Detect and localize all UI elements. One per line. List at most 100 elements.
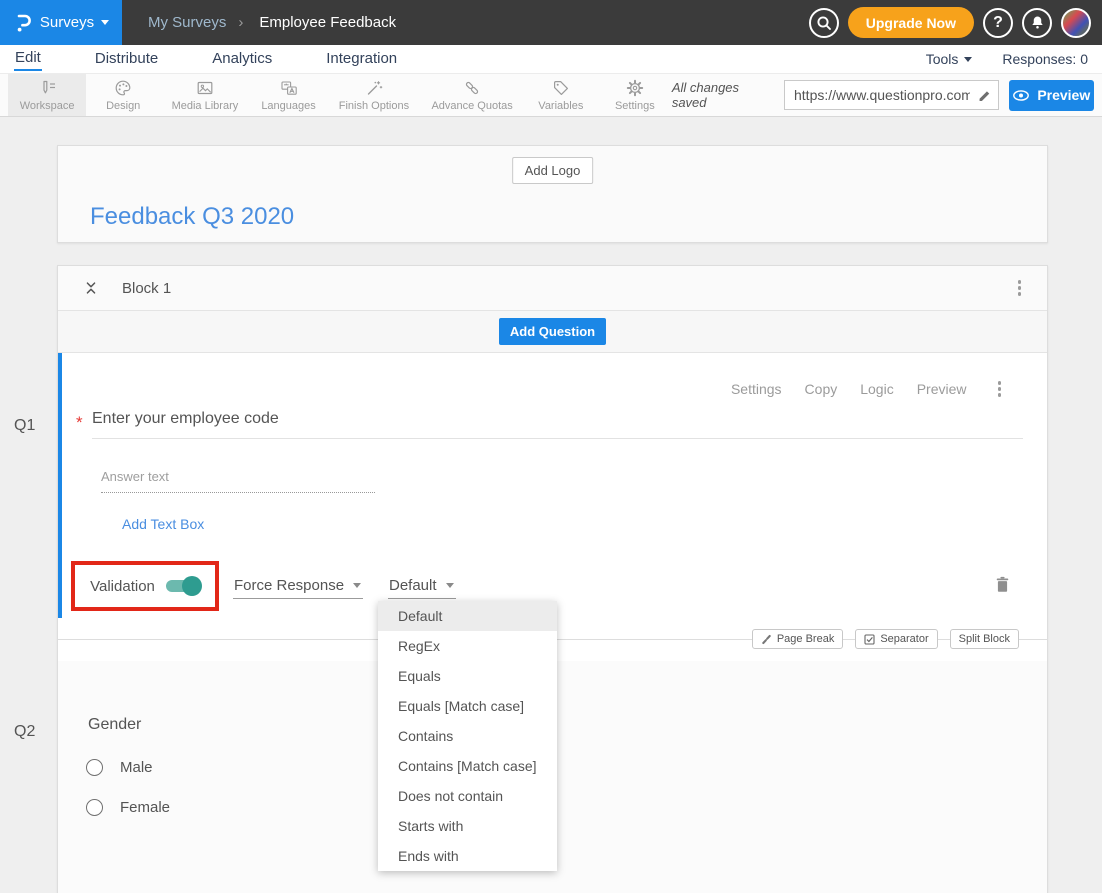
radio-option-female[interactable]: Female	[86, 799, 170, 816]
edit-pencil-icon[interactable]	[976, 87, 992, 103]
radio-option-male[interactable]: Male	[86, 759, 153, 776]
top-header-bar: Surveys My Surveys › Employee Feedback U…	[0, 0, 1102, 45]
gear-icon	[625, 78, 645, 98]
validation-type-select[interactable]: Default	[388, 577, 456, 599]
question-2-title[interactable]: Gender	[88, 716, 141, 734]
breadcrumb-current: Employee Feedback	[259, 14, 396, 31]
user-avatar[interactable]	[1061, 8, 1091, 38]
add-question-strip: Add Question	[58, 311, 1047, 353]
radio-button-icon[interactable]	[86, 799, 103, 816]
section-tabbar: Edit Distribute Analytics Integration To…	[0, 45, 1102, 73]
toolbar-item-languages[interactable]: Languages	[250, 74, 328, 116]
tab-distribute[interactable]: Distribute	[94, 48, 159, 70]
validation-toggle[interactable]	[166, 580, 200, 592]
separator-button[interactable]: Separator	[855, 629, 937, 649]
add-question-button[interactable]: Add Question	[499, 318, 606, 345]
image-icon	[195, 78, 215, 98]
tools-dropdown[interactable]: Tools	[926, 51, 973, 67]
save-status-text: All changes saved	[672, 80, 772, 110]
validation-label: Validation	[90, 578, 155, 595]
tab-edit[interactable]: Edit	[14, 47, 42, 71]
radio-button-icon[interactable]	[86, 759, 103, 776]
chevron-down-icon	[353, 583, 361, 588]
split-block-button[interactable]: Split Block	[950, 629, 1019, 649]
survey-header-card: Add Logo Feedback Q3 2020	[57, 145, 1048, 243]
toolbar-item-advance-quotas[interactable]: Advance Quotas	[420, 74, 523, 116]
help-button[interactable]: ?	[983, 8, 1013, 38]
product-switcher[interactable]: Surveys	[0, 0, 122, 45]
chevron-down-icon	[964, 57, 972, 62]
question-logic-link[interactable]: Logic	[860, 381, 893, 397]
toolbar-item-media-library[interactable]: Media Library	[160, 74, 249, 116]
dropdown-option-does-not-contain[interactable]: Does not contain	[378, 781, 557, 811]
answer-text-field[interactable]: Answer text	[101, 469, 375, 493]
chain-links-icon	[462, 78, 482, 98]
notifications-button[interactable]	[1022, 8, 1052, 38]
dropdown-option-starts-with[interactable]: Starts with	[378, 811, 557, 841]
eye-icon	[1012, 89, 1030, 102]
question-copy-link[interactable]: Copy	[805, 381, 838, 397]
question-title-underline	[92, 438, 1023, 439]
toolbar-right: All changes saved Preview	[672, 74, 1102, 116]
question-menu-button[interactable]	[992, 377, 1008, 401]
breadcrumb-chevron-icon: ›	[238, 14, 243, 31]
upgrade-now-button[interactable]: Upgrade Now	[848, 7, 974, 38]
question-1-title[interactable]: Enter your employee code	[92, 410, 279, 428]
required-marker: *	[76, 413, 83, 433]
chevron-down-icon	[446, 583, 454, 588]
page-break-button[interactable]: Page Break	[752, 629, 843, 649]
questionpro-logo-icon	[13, 12, 33, 34]
survey-editor-page: Surveys My Surveys › Employee Feedback U…	[0, 0, 1102, 893]
dropdown-option-contains-match-case[interactable]: Contains [Match case]	[378, 751, 557, 781]
question-settings-link[interactable]: Settings	[731, 381, 782, 397]
add-logo-button[interactable]: Add Logo	[512, 157, 594, 184]
search-icon	[815, 14, 833, 32]
dropdown-option-equals-match-case[interactable]: Equals [Match case]	[378, 691, 557, 721]
preview-button[interactable]: Preview	[1009, 80, 1094, 111]
add-text-box-link[interactable]: Add Text Box	[122, 516, 204, 532]
editor-toolbar: Workspace Design Media Library	[0, 73, 1102, 117]
survey-url-field	[784, 80, 999, 110]
toolbar-item-workspace[interactable]: Workspace	[8, 74, 86, 116]
tag-icon	[551, 78, 571, 98]
question-2-number: Q2	[14, 723, 35, 741]
palette-icon	[113, 78, 133, 98]
dropdown-option-ends-with[interactable]: Ends with	[378, 841, 557, 871]
page-break-icon	[761, 634, 772, 645]
tab-analytics[interactable]: Analytics	[211, 48, 273, 70]
toolbar-item-finish-options[interactable]: Finish Options	[327, 74, 420, 116]
dropdown-option-equals[interactable]: Equals	[378, 661, 557, 691]
annotation-highlight-box: Validation	[71, 561, 219, 611]
toolbar-item-variables[interactable]: Variables	[524, 74, 598, 116]
tabbar-right: Tools Responses: 0	[926, 51, 1088, 67]
question-mark-icon: ?	[993, 14, 1003, 32]
dropdown-option-contains[interactable]: Contains	[378, 721, 557, 751]
question-preview-link[interactable]: Preview	[917, 381, 967, 397]
question-1-card[interactable]: Settings Copy Logic Preview * Enter your…	[58, 353, 1047, 618]
survey-title[interactable]: Feedback Q3 2020	[90, 203, 294, 231]
workspace-icon	[37, 78, 58, 98]
block-header: Block 1	[58, 266, 1047, 311]
translate-icon	[279, 78, 299, 98]
delete-question-button[interactable]	[994, 575, 1011, 594]
magic-wand-icon	[364, 78, 384, 98]
validation-type-dropdown-menu: Default RegEx Equals Equals [Match case]…	[378, 601, 557, 871]
toolbar-item-design[interactable]: Design	[86, 74, 160, 116]
block-menu-button[interactable]	[1012, 276, 1028, 300]
survey-url-input[interactable]	[784, 80, 999, 110]
toggle-knob	[182, 576, 202, 596]
responses-count[interactable]: Responses: 0	[1002, 51, 1088, 67]
question-actions: Settings Copy Logic Preview	[731, 377, 1007, 401]
search-button[interactable]	[809, 8, 839, 38]
breadcrumb-my-surveys[interactable]: My Surveys	[148, 14, 226, 31]
dropdown-option-default[interactable]: Default	[378, 601, 557, 631]
force-response-select[interactable]: Force Response	[233, 577, 363, 599]
chevron-down-icon	[101, 20, 109, 25]
dropdown-option-regex[interactable]: RegEx	[378, 631, 557, 661]
toolbar-item-settings[interactable]: Settings	[598, 74, 672, 116]
collapse-block-button[interactable]	[83, 280, 99, 296]
bell-icon	[1029, 14, 1046, 31]
header-actions: Upgrade Now ?	[809, 7, 1102, 38]
block-title[interactable]: Block 1	[122, 280, 171, 297]
tab-integration[interactable]: Integration	[325, 48, 398, 70]
